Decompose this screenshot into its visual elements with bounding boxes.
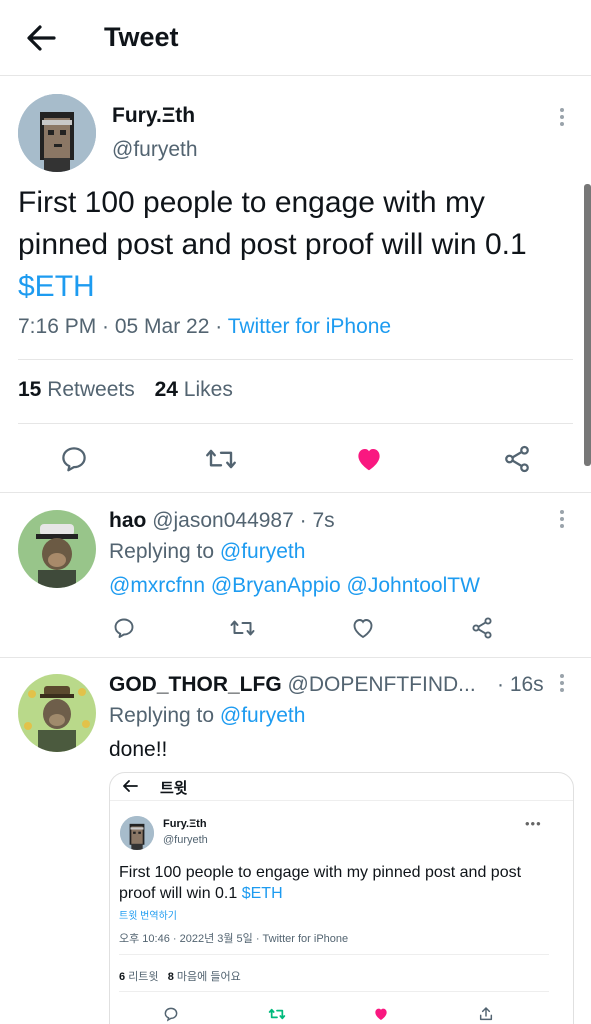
reply-author-name[interactable]: GOD_THOR_LFG <box>109 673 282 696</box>
reply-avatar[interactable] <box>18 674 96 752</box>
retweets-label: Retweets <box>47 378 135 401</box>
cashtag-link[interactable]: $ETH <box>18 270 95 303</box>
reply-avatar[interactable] <box>18 510 96 588</box>
more-icon: ••• <box>525 816 542 831</box>
divider <box>18 359 573 360</box>
back-arrow-icon[interactable] <box>24 22 58 54</box>
retweets-stat[interactable]: 15 Retweets <box>18 378 135 401</box>
reply-time: · 7s <box>299 509 335 532</box>
reply-author-handle[interactable]: @DOPENFTFIND... <box>288 673 476 696</box>
divider <box>119 991 549 992</box>
more-icon[interactable] <box>558 674 566 696</box>
more-icon[interactable] <box>558 108 566 130</box>
reply-header: GOD_THOR_LFG @DOPENFTFIND... <box>109 673 476 697</box>
embed-likes-count: 8 <box>167 971 174 983</box>
reply-icon[interactable] <box>59 444 89 474</box>
reply-time: · 16s <box>497 673 544 696</box>
reply-header: hao @jason044987 · 7s <box>109 509 335 533</box>
embed-author-name: Fury.Ξth <box>163 818 207 830</box>
embed-tweet-text: First 100 people to engage with my pinne… <box>119 862 559 904</box>
embed-stats: 6 리트윗 8 마음에 들어요 <box>119 968 241 984</box>
page-title: Tweet <box>104 22 179 52</box>
embed-cashtag: $ETH <box>241 885 283 902</box>
author-handle[interactable]: @furyeth <box>112 138 198 162</box>
share-icon[interactable] <box>502 444 532 474</box>
tweet-stats: 15 Retweets 24 Likes <box>18 378 233 402</box>
embed-meta: 오후 10:46 · 2022년 3월 5일 · Twitter for iPh… <box>119 933 349 945</box>
divider <box>110 800 573 801</box>
reply-icon <box>164 1007 178 1022</box>
replying-to-link[interactable]: @furyeth <box>220 704 306 727</box>
tweet-source-link[interactable]: Twitter for iPhone <box>228 315 391 338</box>
replying-label: Replying to <box>109 540 220 563</box>
more-icon[interactable] <box>558 510 566 532</box>
replying-to: Replying to @furyeth <box>109 704 305 728</box>
reply-author-handle[interactable]: @jason044987 <box>152 509 294 532</box>
embed-title: 트윗 <box>160 780 188 797</box>
author-name[interactable]: Fury.Ξth <box>112 104 195 128</box>
embed-tweet-body: First 100 people to engage with my pinne… <box>119 864 522 902</box>
embed-retweets-count: 6 <box>119 971 126 983</box>
divider <box>119 954 549 955</box>
avatar[interactable] <box>18 94 96 172</box>
heart-icon <box>375 1008 387 1020</box>
heart-icon[interactable] <box>354 444 384 474</box>
tweet-meta: 7:16 PM · 05 Mar 22 · Twitter for iPhone <box>18 315 391 339</box>
likes-stat[interactable]: 24 Likes <box>155 378 233 401</box>
divider <box>0 492 591 493</box>
embed-retweets-label: 리트윗 <box>128 971 159 983</box>
share-icon[interactable] <box>470 616 494 640</box>
punk-avatar-image <box>18 94 96 172</box>
ape-avatar-image <box>18 510 96 588</box>
replying-label: Replying to <box>109 704 220 727</box>
top-bar: Tweet <box>0 0 591 76</box>
retweet-icon <box>268 1008 286 1020</box>
reply-author-name[interactable]: hao <box>109 509 146 532</box>
upload-icon <box>479 1007 493 1021</box>
reply-mentions[interactable]: @mxrcfnn @BryanAppio @JohntoolTW <box>109 574 480 598</box>
embed-author-handle: @furyeth <box>163 834 208 846</box>
scrollbar[interactable] <box>584 184 591 466</box>
embed-likes-label: 마음에 들어요 <box>176 971 241 983</box>
tweet-body: First 100 people to engage with my pinne… <box>18 186 527 261</box>
tweet-timestamp[interactable]: 7:16 PM · 05 Mar 22 · <box>18 315 228 338</box>
translate-link: 트윗 번역하기 <box>119 911 177 922</box>
retweet-icon[interactable] <box>204 444 238 474</box>
likes-label: Likes <box>183 378 233 401</box>
reply-icon[interactable] <box>112 616 136 640</box>
avatar <box>120 816 154 850</box>
heart-icon[interactable] <box>351 616 375 640</box>
divider <box>0 657 591 658</box>
back-arrow-icon <box>123 780 138 792</box>
divider <box>18 423 573 424</box>
punk-avatar-image <box>120 816 154 850</box>
ape-avatar-image <box>18 674 96 752</box>
replying-to-link[interactable]: @furyeth <box>220 540 306 563</box>
reply-text: done!! <box>109 738 168 761</box>
replying-to: Replying to @furyeth <box>109 540 305 564</box>
retweet-icon[interactable] <box>229 616 256 640</box>
tweet-text: First 100 people to engage with my pinne… <box>18 182 578 308</box>
likes-count: 24 <box>154 378 178 401</box>
retweets-count: 15 <box>18 378 42 401</box>
attached-image[interactable]: 트윗 Fury.Ξth @furyeth ••• First 100 peopl… <box>109 772 574 1024</box>
